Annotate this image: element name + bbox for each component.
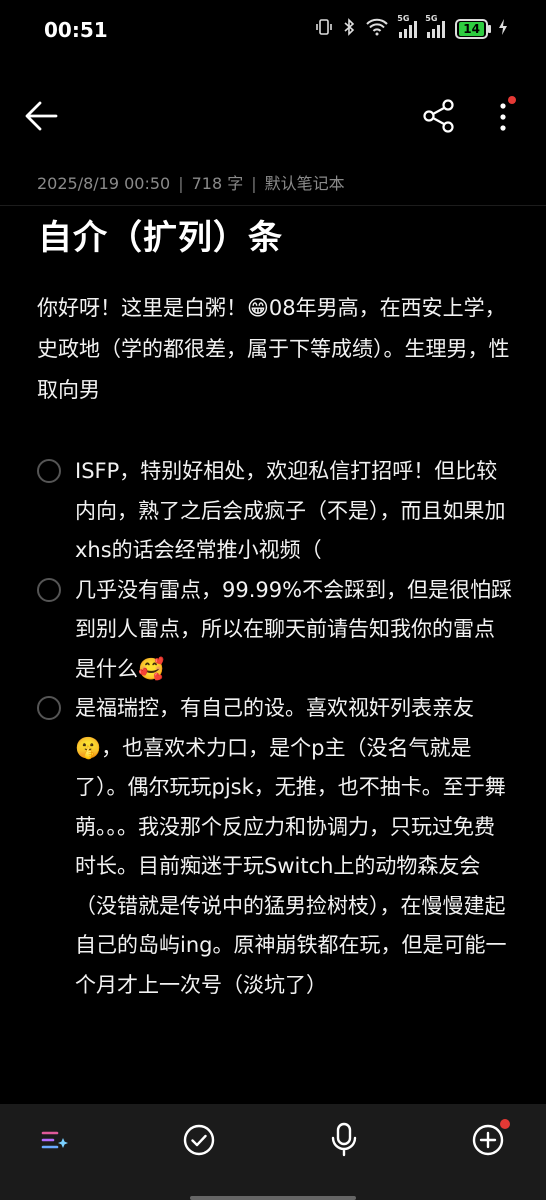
status-bar: 00:51 5G 5G 14 [0,0,546,62]
note-word-count: 718 字 [191,174,244,193]
notification-dot [508,96,516,104]
network-label-2: 5G [425,14,438,23]
network-label-1: 5G [397,14,410,23]
battery-level: 14 [459,22,484,36]
checklist: ISFP，特别好相处，欢迎私信打招呼！但比较内向，熟了之后会成疯子（不是），而且… [0,452,546,1005]
note-title[interactable]: 自介（扩列）条 [38,210,283,259]
share-icon [423,99,454,133]
meta-separator: | [251,174,257,193]
arrow-left-icon [25,101,58,131]
wifi-icon [365,18,389,40]
note-date: 2025/8/19 00:50 [37,174,171,193]
bottom-toolbar [0,1104,546,1200]
notebook-name[interactable]: 默认笔记本 [265,174,345,193]
home-indicator[interactable] [190,1196,356,1200]
checklist-item-text[interactable]: 几乎没有雷点，99.99%不会踩到，但是很怕踩到别人雷点，所以在聊天前请告知我你… [75,578,512,681]
more-button[interactable] [492,94,516,138]
bluetooth-icon [343,18,355,40]
share-button[interactable] [420,96,458,136]
meta-separator: | [178,174,184,193]
note-intro[interactable]: 你好呀！这里是白粥！😁08年男高，在西安上学，史政地（学的都很差，属于下等成绩）… [37,288,517,411]
checkbox[interactable] [37,696,61,720]
note-toolbar [0,80,546,150]
status-time: 00:51 [44,18,108,42]
checklist-item: ISFP，特别好相处，欢迎私信打招呼！但比较内向，熟了之后会成疯子（不是），而且… [0,452,515,571]
vibrate-icon [315,18,333,40]
checklist-button[interactable] [181,1122,217,1158]
voice-button[interactable] [326,1122,362,1158]
check-circle-icon [183,1124,215,1156]
charging-icon [498,18,508,40]
status-icons: 5G 5G 14 [315,14,508,40]
checkbox[interactable] [37,459,61,483]
plus-circle-icon [472,1124,504,1156]
ai-sparkle-icon [41,1131,68,1149]
checklist-item: 是福瑞控，有自己的设。喜欢视奸列表亲友🤫，也喜欢术力口，是个p主（没名气就是了）… [0,689,515,1005]
checklist-item: 几乎没有雷点，99.99%不会踩到，但是很怕踩到别人雷点，所以在聊天前请告知我你… [0,571,515,690]
checklist-item-text[interactable]: ISFP，特别好相处，欢迎私信打招呼！但比较内向，熟了之后会成疯子（不是），而且… [75,459,506,562]
notification-dot [500,1119,510,1129]
microphone-icon [331,1122,357,1157]
divider [0,205,546,206]
checklist-item-text[interactable]: 是福瑞控，有自己的设。喜欢视奸列表亲友🤫，也喜欢术力口，是个p主（没名气就是了）… [75,696,506,997]
ai-button[interactable] [37,1122,73,1158]
add-button[interactable] [470,1119,510,1158]
note-meta: 2025/8/19 00:50 | 718 字 | 默认笔记本 [37,170,345,194]
back-button[interactable] [22,96,62,136]
signal-icon-2: 5G [425,14,446,38]
battery-icon: 14 [455,19,491,39]
signal-icon-1: 5G [397,14,418,38]
checkbox[interactable] [37,577,61,602]
